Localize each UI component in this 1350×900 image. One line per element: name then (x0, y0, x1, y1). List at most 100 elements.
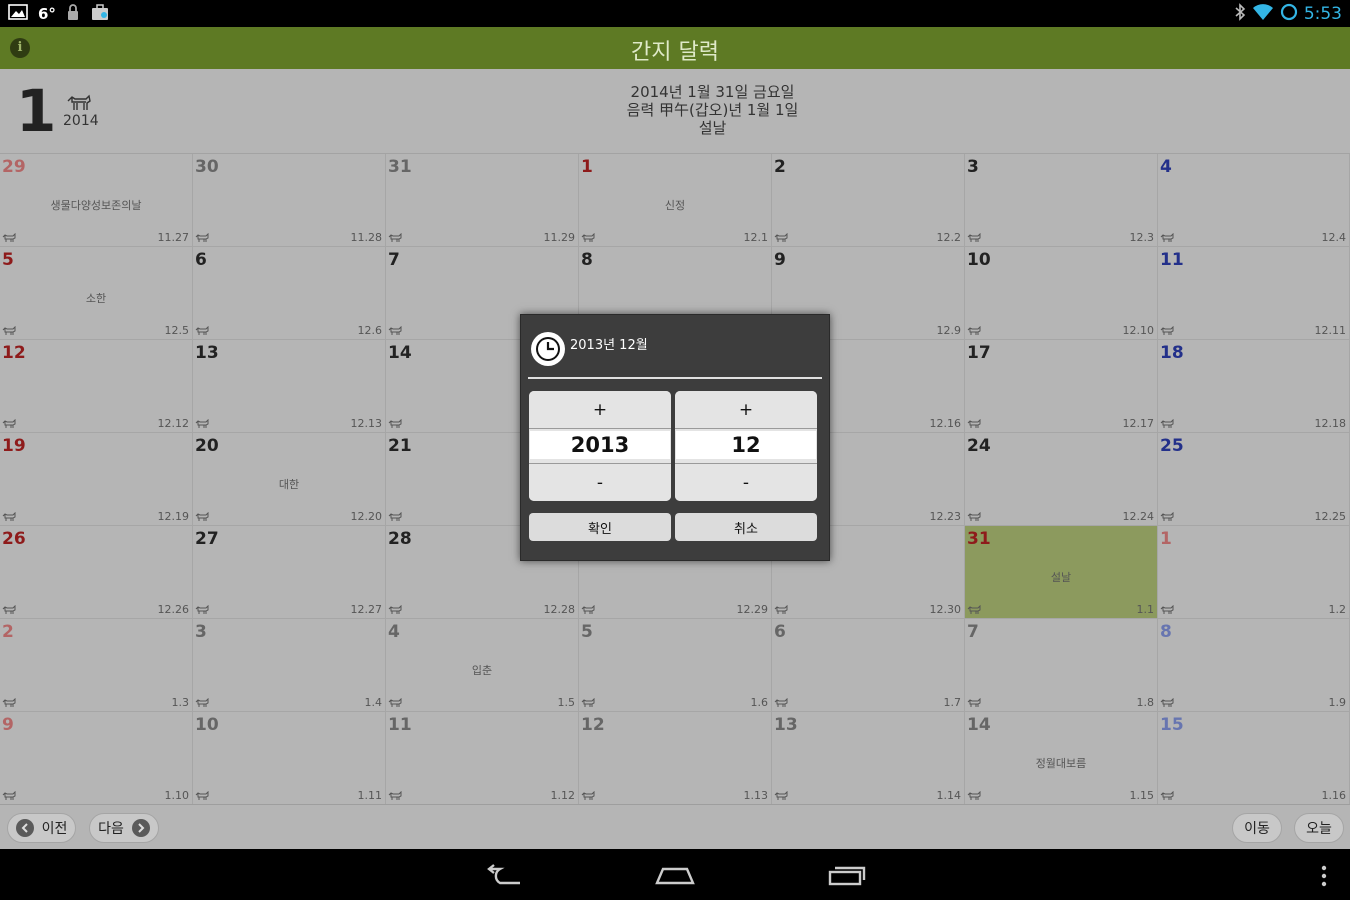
lunar-date: 1.13 (743, 789, 769, 802)
day-number: 18 (1160, 343, 1184, 363)
day-number: 5 (2, 250, 14, 270)
year-value[interactable]: 2013 (530, 431, 670, 459)
day-number: 14 (967, 715, 991, 735)
prev-button[interactable]: 이전 (7, 813, 76, 843)
zodiac-animal-icon (774, 791, 788, 800)
calendar-day-cell[interactable]: 13 1.14 (772, 712, 965, 805)
calendar-day-cell[interactable]: 26 12.26 (0, 526, 193, 619)
cancel-button[interactable]: 취소 (675, 513, 817, 541)
month-value[interactable]: 12 (676, 431, 816, 459)
calendar-day-cell[interactable]: 6 1.7 (772, 619, 965, 712)
day-number: 27 (195, 529, 219, 549)
month-header: 1 2014 2014년 1월 31일 금요일 음력 甲午(갑오)년 1월 1일… (0, 69, 1350, 154)
calendar-day-cell[interactable]: 19 12.19 (0, 433, 193, 526)
calendar-day-cell[interactable]: 4 12.4 (1158, 154, 1350, 247)
home-icon[interactable] (654, 863, 696, 891)
zodiac-animal-icon (388, 698, 402, 707)
calendar-day-cell[interactable]: 13 12.13 (193, 340, 386, 433)
day-number: 29 (2, 157, 26, 177)
lunar-date: 1.8 (1136, 696, 1155, 709)
calendar-day-cell[interactable]: 15 1.16 (1158, 712, 1350, 805)
calendar-day-cell[interactable]: 5 소한 12.5 (0, 247, 193, 340)
today-button[interactable]: 오늘 (1294, 813, 1344, 843)
calendar-day-cell[interactable]: 10 1.11 (193, 712, 386, 805)
lunar-date: 12.23 (929, 510, 962, 523)
day-number: 8 (1160, 622, 1172, 642)
calendar-day-cell[interactable]: 20 대한 12.20 (193, 433, 386, 526)
zodiac-animal-icon (967, 419, 981, 428)
year-increment-button[interactable]: + (529, 391, 671, 429)
back-icon[interactable] (484, 863, 524, 891)
calendar-day-cell[interactable]: 30 11.28 (193, 154, 386, 247)
calendar-day-cell[interactable]: 10 12.10 (965, 247, 1158, 340)
calendar-day-cell[interactable]: 8 1.9 (1158, 619, 1350, 712)
lunar-date: 12.12 (157, 417, 190, 430)
zodiac-animal-icon (967, 605, 981, 614)
calendar-day-cell[interactable]: 12 1.13 (579, 712, 772, 805)
day-number: 21 (388, 436, 412, 456)
lunar-date: 1.12 (550, 789, 576, 802)
move-button[interactable]: 이동 (1232, 813, 1282, 843)
month-increment-button[interactable]: + (675, 391, 817, 429)
lunar-date: 음력 甲午(갑오)년 1월 1일 (626, 101, 799, 119)
calendar-day-cell[interactable]: 11 12.11 (1158, 247, 1350, 340)
calendar-day-cell[interactable]: 3 12.3 (965, 154, 1158, 247)
calendar-day-cell[interactable]: 24 12.24 (965, 433, 1158, 526)
next-button[interactable]: 다음 (89, 813, 159, 843)
calendar-day-cell[interactable]: 14 정월대보름 1.15 (965, 712, 1158, 805)
year-decrement-button[interactable]: - (529, 463, 671, 501)
day-event: 정월대보름 (1035, 757, 1087, 770)
calendar-day-cell[interactable]: 9 1.10 (0, 712, 193, 805)
day-number: 12 (581, 715, 605, 735)
zodiac-animal-icon (195, 419, 209, 428)
calendar-day-cell[interactable]: 7 1.8 (965, 619, 1158, 712)
calendar-day-cell[interactable]: 11 1.12 (386, 712, 579, 805)
lunar-date: 12.17 (1122, 417, 1155, 430)
confirm-button[interactable]: 확인 (529, 513, 671, 541)
menu-icon[interactable] (1320, 865, 1328, 891)
year-picker: + 2013 - (529, 391, 671, 501)
lunar-date: 12.26 (157, 603, 190, 616)
calendar-day-cell[interactable]: 12 12.12 (0, 340, 193, 433)
calendar-day-cell[interactable]: 6 12.6 (193, 247, 386, 340)
zodiac-animal-icon (967, 698, 981, 707)
lunar-date: 12.2 (936, 231, 962, 244)
month-decrement-button[interactable]: - (675, 463, 817, 501)
navigation-bar (0, 849, 1350, 900)
day-number: 31 (967, 529, 991, 549)
calendar-day-cell[interactable]: 1 신정 12.1 (579, 154, 772, 247)
calendar-day-cell[interactable]: 29 생물다양성보존의날 11.27 (0, 154, 193, 247)
app-title: 간지 달력 (631, 40, 719, 65)
sync-icon (1280, 3, 1298, 25)
lunar-date: 12.27 (350, 603, 383, 616)
lunar-date: 12.6 (357, 324, 383, 337)
selected-date-info: 2014년 1월 31일 금요일 음력 甲午(갑오)년 1월 1일 설날 (500, 83, 925, 137)
calendar-day-cell[interactable]: 17 12.17 (965, 340, 1158, 433)
calendar-day-cell[interactable]: 3 1.4 (193, 619, 386, 712)
calendar-day-cell[interactable]: 2 12.2 (772, 154, 965, 247)
lunar-date: 1.7 (943, 696, 962, 709)
calendar-day-cell-selected[interactable]: 31 설날 1.1 (965, 526, 1158, 619)
calendar-day-cell[interactable]: 25 12.25 (1158, 433, 1350, 526)
calendar-day-cell[interactable]: 2 1.3 (0, 619, 193, 712)
lunar-date: 1.14 (936, 789, 962, 802)
calendar-day-cell[interactable]: 27 12.27 (193, 526, 386, 619)
zodiac-animal-icon (1160, 512, 1174, 521)
lunar-date: 12.19 (157, 510, 190, 523)
calendar-day-cell[interactable]: 5 1.6 (579, 619, 772, 712)
calendar-day-cell[interactable]: 4 입춘 1.5 (386, 619, 579, 712)
day-number: 15 (1160, 715, 1184, 735)
day-number: 10 (195, 715, 219, 735)
calendar-day-cell[interactable]: 31 11.29 (386, 154, 579, 247)
lunar-date: 1.5 (557, 696, 576, 709)
day-event: 생물다양성보존의날 (50, 199, 142, 212)
day-number: 11 (1160, 250, 1184, 270)
recent-apps-icon[interactable] (827, 863, 867, 891)
zodiac-animal-icon (195, 233, 209, 242)
day-number: 7 (967, 622, 979, 642)
zodiac-animal-icon (388, 326, 402, 335)
day-number: 13 (774, 715, 798, 735)
calendar-day-cell[interactable]: 1 1.2 (1158, 526, 1350, 619)
calendar-day-cell[interactable]: 18 12.18 (1158, 340, 1350, 433)
zodiac-animal-icon (774, 605, 788, 614)
